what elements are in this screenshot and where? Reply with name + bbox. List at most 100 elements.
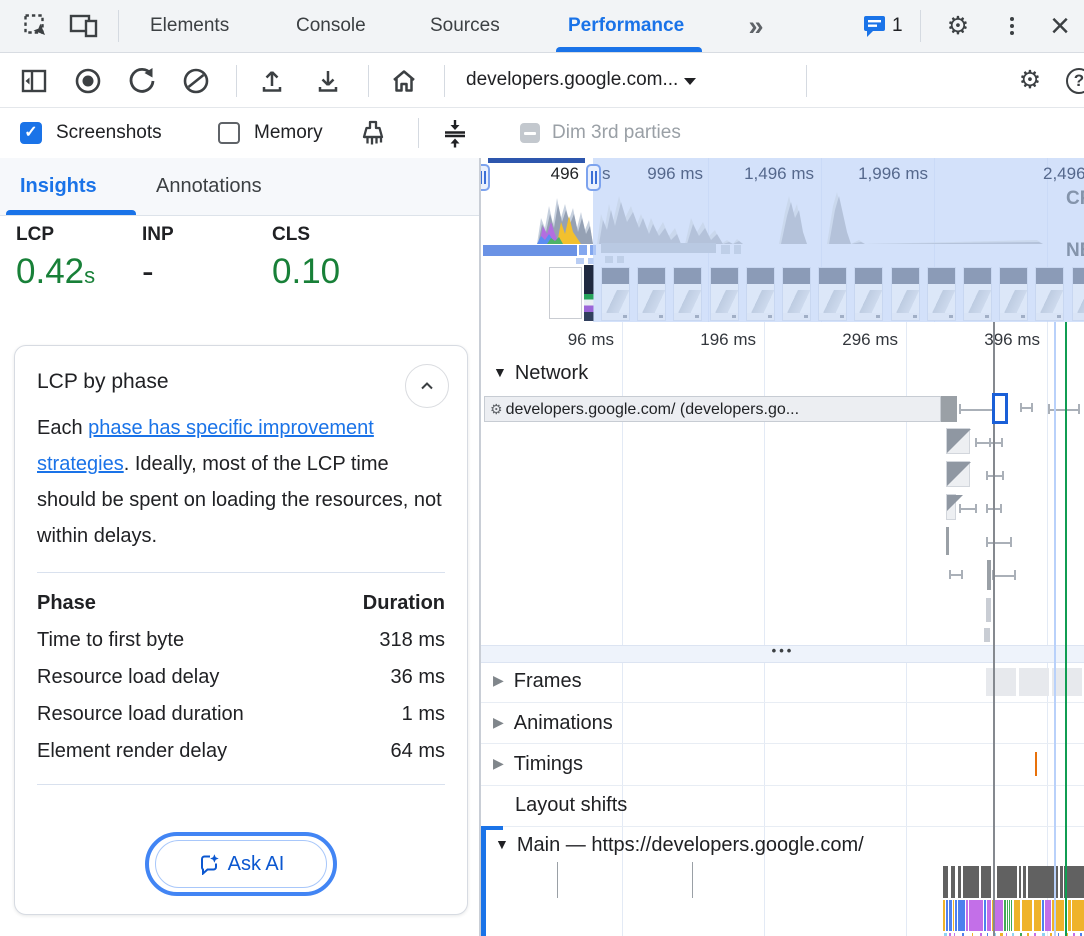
- record-icon[interactable]: [72, 66, 104, 96]
- flame-bar[interactable]: [1019, 866, 1021, 898]
- flame-bar[interactable]: [995, 900, 1003, 931]
- timings-section-header[interactable]: ▶Timings: [493, 753, 583, 776]
- flame-bar[interactable]: [1064, 866, 1084, 898]
- network-request-whisker[interactable]: [986, 537, 1012, 547]
- network-request-bar[interactable]: [946, 494, 956, 520]
- window-right-handle[interactable]: [586, 164, 601, 191]
- flame-bar[interactable]: [1045, 900, 1051, 931]
- main-section-header[interactable]: ▼Main — https://developers.google.com/: [495, 834, 864, 857]
- frame-thumbnail[interactable]: [1019, 668, 1049, 696]
- flame-bar[interactable]: [943, 900, 945, 931]
- flame-bar[interactable]: [987, 900, 991, 931]
- more-tabs-icon[interactable]: »: [738, 8, 774, 44]
- cpu-track-label: CPU: [1066, 188, 1084, 210]
- frame-thumbnail[interactable]: [1052, 668, 1082, 696]
- flame-bar[interactable]: [1011, 900, 1012, 931]
- tab-sources[interactable]: Sources: [420, 0, 510, 52]
- flame-bar[interactable]: [1009, 900, 1010, 931]
- network-request-whisker[interactable]: [959, 404, 995, 414]
- home-icon[interactable]: [388, 66, 420, 96]
- toggle-sidebar-icon[interactable]: [18, 66, 50, 96]
- history-dropdown[interactable]: developers.google.com...: [466, 53, 696, 107]
- network-request-bar[interactable]: [946, 527, 949, 555]
- record-and-reload-icon[interactable]: [126, 66, 158, 96]
- timeline-detail[interactable]: 96 ms196 ms296 ms396 ms ▼Network ⚙develo…: [481, 322, 1084, 936]
- flame-bar[interactable]: [1014, 900, 1020, 931]
- settings-gear-icon[interactable]: ⚙: [940, 10, 976, 42]
- flame-bar[interactable]: [1022, 900, 1032, 931]
- network-request-whisker[interactable]: [1048, 404, 1080, 414]
- network-request-tail[interactable]: [941, 396, 957, 422]
- device-toolbar-icon[interactable]: [66, 12, 102, 40]
- filmstrip-screenshot-blank[interactable]: [549, 267, 582, 319]
- flame-bar[interactable]: [1072, 900, 1084, 931]
- issues-icon[interactable]: [862, 14, 888, 38]
- flame-bar[interactable]: [1023, 866, 1026, 898]
- dim-third-parties-checkbox[interactable]: [520, 123, 540, 143]
- flame-bar[interactable]: [958, 900, 965, 931]
- network-section-header[interactable]: ▼Network: [493, 362, 588, 385]
- network-request-bar[interactable]: [984, 628, 990, 642]
- flame-bar[interactable]: [1056, 866, 1058, 898]
- tab-insights[interactable]: Insights: [20, 158, 97, 215]
- flame-bar[interactable]: [949, 900, 952, 931]
- tab-performance[interactable]: Performance: [558, 0, 694, 52]
- network-request-whisker[interactable]: [1020, 403, 1033, 412]
- flame-bar[interactable]: [969, 900, 983, 931]
- flame-bar[interactable]: [1055, 900, 1064, 931]
- network-request-bar[interactable]: [946, 428, 970, 454]
- garbage-collect-icon[interactable]: [356, 119, 390, 149]
- timeline-overview[interactable]: 496s996 ms1,496 ms1,996 ms2,496 ms CPU N…: [481, 158, 1084, 323]
- clear-icon[interactable]: [180, 66, 212, 96]
- network-request-whisker[interactable]: [959, 504, 977, 513]
- network-request-whisker[interactable]: [992, 570, 1016, 580]
- flame-bar[interactable]: [997, 866, 1017, 898]
- inspect-element-icon[interactable]: [20, 12, 52, 40]
- tab-elements[interactable]: Elements: [140, 0, 239, 52]
- tab-annotations[interactable]: Annotations: [156, 158, 262, 215]
- ask-ai-button[interactable]: Ask AI: [155, 840, 327, 888]
- flame-bar[interactable]: [1028, 866, 1054, 898]
- upload-profile-icon[interactable]: [256, 66, 288, 96]
- network-request-whisker[interactable]: [949, 570, 963, 579]
- download-profile-icon[interactable]: [312, 66, 344, 96]
- kebab-menu-icon[interactable]: [1002, 12, 1022, 40]
- network-request-bar[interactable]: [986, 598, 991, 622]
- flame-bar[interactable]: [981, 866, 991, 898]
- flame-bar[interactable]: [1007, 900, 1008, 931]
- frame-thumbnail[interactable]: [986, 668, 1016, 696]
- flame-bar[interactable]: [1042, 900, 1044, 931]
- collapse-card-button[interactable]: [405, 364, 449, 408]
- close-icon[interactable]: ×: [1040, 6, 1080, 46]
- frames-section-header[interactable]: ▶Frames: [493, 670, 582, 693]
- collapse-tracks-icon[interactable]: [438, 118, 472, 148]
- network-request-bar[interactable]: [946, 461, 970, 487]
- flame-bar[interactable]: [984, 900, 986, 931]
- network-request-whisker[interactable]: [986, 471, 1004, 480]
- animations-section-header[interactable]: ▶Animations: [493, 712, 613, 735]
- layout-shifts-section-header[interactable]: Layout shifts: [515, 794, 627, 817]
- flame-bar[interactable]: [1034, 900, 1041, 931]
- flame-bar[interactable]: [1060, 866, 1063, 898]
- network-request-whisker[interactable]: [989, 438, 1003, 447]
- flame-bar[interactable]: [951, 866, 955, 898]
- flame-bar[interactable]: [1004, 900, 1006, 931]
- screenshots-checkbox[interactable]: ✓: [20, 122, 42, 144]
- flame-bar[interactable]: [966, 900, 968, 931]
- window-left-handle[interactable]: [481, 164, 490, 191]
- issues-count[interactable]: 1: [892, 0, 903, 52]
- flame-bar[interactable]: [955, 900, 957, 931]
- flame-bar[interactable]: [953, 900, 954, 931]
- flame-bar[interactable]: [958, 866, 961, 898]
- capture-settings-gear-icon[interactable]: ⚙: [1012, 64, 1048, 96]
- flame-bar[interactable]: [1068, 900, 1071, 931]
- network-request-bar[interactable]: [987, 560, 991, 590]
- flame-bar[interactable]: [943, 866, 948, 898]
- selected-network-request[interactable]: [992, 393, 1008, 424]
- tab-console[interactable]: Console: [286, 0, 376, 52]
- network-request-bar[interactable]: ⚙developers.google.com/ (developers.go..…: [484, 396, 941, 422]
- help-icon[interactable]: ?: [1064, 66, 1084, 96]
- flame-bar[interactable]: [946, 900, 948, 931]
- memory-checkbox[interactable]: [218, 122, 240, 144]
- flame-bar[interactable]: [963, 866, 979, 898]
